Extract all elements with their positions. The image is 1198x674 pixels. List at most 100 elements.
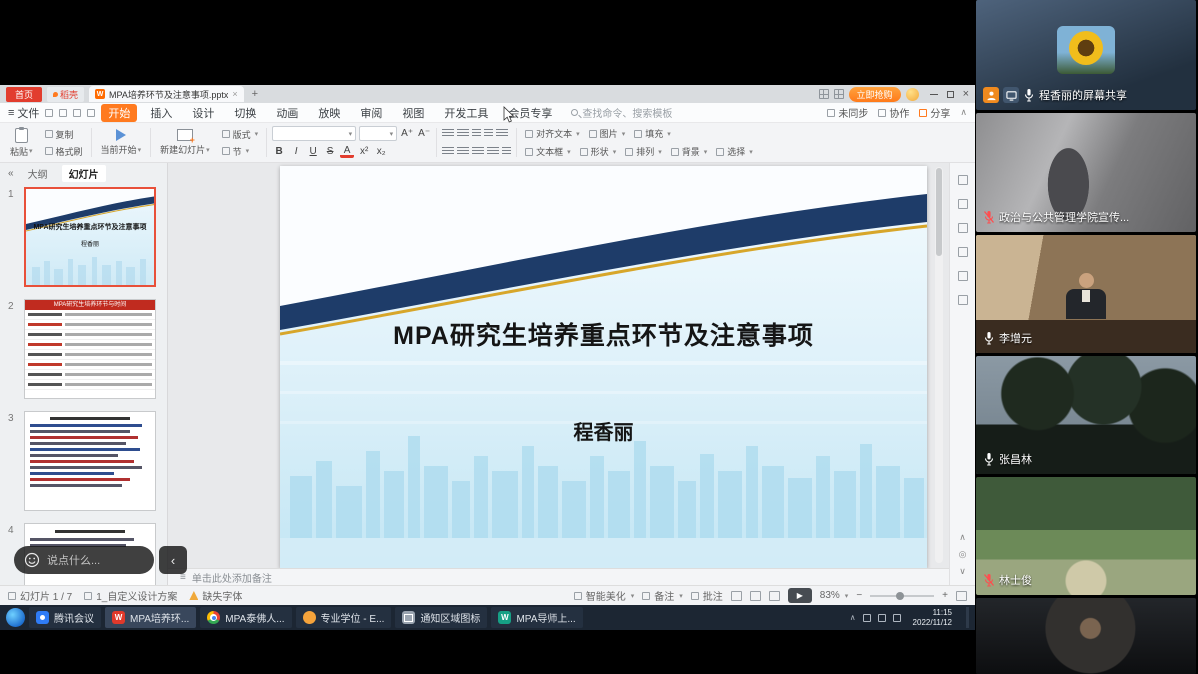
workspace-grid-icon[interactable] xyxy=(819,89,829,99)
font-family-select[interactable]: ▾ xyxy=(272,126,356,141)
section-button[interactable]: 节▾ xyxy=(219,144,262,159)
participant-tile-screenshare[interactable]: 程香丽的屏幕共享 xyxy=(976,0,1196,110)
start-button[interactable] xyxy=(6,608,25,627)
menu-insert[interactable]: 插入 xyxy=(143,104,179,122)
align-left-icon[interactable] xyxy=(442,147,454,156)
command-search-input[interactable]: 查找命令、搜索模板 xyxy=(571,105,672,120)
menu-view[interactable]: 视图 xyxy=(395,104,431,122)
columns-icon[interactable] xyxy=(502,147,511,156)
file-menu[interactable]: ≡文件 xyxy=(8,105,39,121)
new-tab-button[interactable]: + xyxy=(249,88,261,100)
increase-font-button[interactable]: A⁺ xyxy=(400,127,414,141)
collapse-ribbon-button[interactable]: ∧ xyxy=(960,107,967,118)
zoom-slider-knob[interactable] xyxy=(896,592,904,600)
decrease-font-button[interactable]: A⁻ xyxy=(417,127,431,141)
font-color-button[interactable]: A xyxy=(340,146,354,158)
vertical-scrollbar[interactable] xyxy=(935,167,943,563)
emoji-icon[interactable] xyxy=(24,552,40,568)
menu-devtools[interactable]: 开发工具 xyxy=(437,104,495,122)
undo-icon[interactable] xyxy=(73,109,81,117)
numbered-list-icon[interactable] xyxy=(457,129,469,138)
fill-button[interactable]: 填充▾ xyxy=(631,126,674,141)
taskbar-item-wps[interactable]: WMPA培养环... xyxy=(105,607,196,628)
bullet-list-icon[interactable] xyxy=(442,129,454,138)
slide-thumbnail-2[interactable]: MPA研究生培养环节与时间 xyxy=(24,299,156,399)
new-slide-button[interactable]: 新建幻灯片▾ xyxy=(156,125,214,160)
previous-slide-button[interactable]: ∧ xyxy=(959,532,966,543)
slideshow-play-button[interactable]: ▶ xyxy=(788,588,812,603)
layout-button[interactable]: 版式▾ xyxy=(219,127,262,142)
taskbar-item-meeting[interactable]: 腾讯会议 xyxy=(29,607,101,628)
background-button[interactable]: 背景▾ xyxy=(668,144,711,159)
network-icon[interactable] xyxy=(863,614,871,622)
italic-button[interactable]: I xyxy=(289,145,303,159)
minimize-icon[interactable] xyxy=(930,94,938,95)
notes-bar[interactable]: ≡ 单击此处添加备注 xyxy=(168,568,949,585)
superscript-button[interactable]: x² xyxy=(357,145,371,159)
bold-button[interactable]: B xyxy=(272,145,286,159)
taskbar-item-chrome[interactable]: MPA泰佛人... xyxy=(200,607,291,628)
normal-view-icon[interactable] xyxy=(731,591,742,601)
slide-nav-icon[interactable]: ◎ xyxy=(959,549,967,560)
participant-tile-active-speaker[interactable]: 李增元 xyxy=(976,235,1196,353)
favorites-icon[interactable] xyxy=(958,223,968,233)
align-center-icon[interactable] xyxy=(457,147,469,156)
redo-icon[interactable] xyxy=(87,109,95,117)
smart-beautify-button[interactable]: 智能美化▾ xyxy=(574,588,635,603)
save-icon[interactable] xyxy=(45,109,53,117)
play-from-current-button[interactable]: 当前开始▾ xyxy=(97,125,146,160)
align-right-icon[interactable] xyxy=(472,147,484,156)
menu-design[interactable]: 设计 xyxy=(185,104,221,122)
slide-title[interactable]: MPA研究生培养重点环节及注意事项 xyxy=(280,316,927,352)
properties-icon[interactable] xyxy=(958,271,968,281)
tab-docer[interactable]: 稻壳 xyxy=(47,87,84,102)
align-justify-icon[interactable] xyxy=(487,147,499,156)
close-tab-icon[interactable]: × xyxy=(232,89,237,99)
assistant-icon[interactable] xyxy=(958,295,968,305)
participant-tile[interactable]: 政治与公共管理学院宣传... xyxy=(976,113,1196,232)
participant-tile[interactable]: 张昌林 xyxy=(976,356,1196,474)
comment-icon[interactable] xyxy=(958,247,968,257)
fit-slide-icon[interactable] xyxy=(956,591,967,601)
menu-slideshow[interactable]: 放映 xyxy=(311,104,347,122)
restore-icon[interactable] xyxy=(947,91,954,98)
design-scheme[interactable]: 1_自定义设计方案 xyxy=(84,588,177,603)
align-text-button[interactable]: 对齐文本▾ xyxy=(522,126,583,141)
tray-expand-icon[interactable]: ∧ xyxy=(850,613,856,622)
textbox-button[interactable]: 文本框▾ xyxy=(522,144,574,159)
subscript-button[interactable]: x₂ xyxy=(374,145,388,159)
chat-input[interactable]: 说点什么... xyxy=(14,546,154,574)
taskbar-item-wps2[interactable]: WMPA导师上... xyxy=(491,607,582,628)
collab-button[interactable]: 协作 xyxy=(878,105,909,120)
comments-button[interactable]: 批注 xyxy=(691,588,723,603)
promo-button[interactable]: 立即抢购 xyxy=(849,87,901,102)
menu-home[interactable]: 开始 xyxy=(101,104,137,122)
format-painter-button[interactable]: 格式刷 xyxy=(42,144,86,159)
sync-status[interactable]: 未同步 xyxy=(827,105,868,120)
zoom-out-button[interactable]: − xyxy=(856,590,862,601)
picture-button[interactable]: 图片▾ xyxy=(586,126,629,141)
taskbar-item-degree[interactable]: 专业学位 - E... xyxy=(296,607,392,628)
font-size-select[interactable]: ▾ xyxy=(359,126,397,141)
zoom-level[interactable]: 83%▾ xyxy=(820,590,849,601)
show-desktop-button[interactable] xyxy=(966,607,969,628)
account-avatar[interactable] xyxy=(906,88,919,101)
collapse-panel-button[interactable]: « xyxy=(8,168,14,179)
shape-button[interactable]: 形状▾ xyxy=(577,144,620,159)
collapse-chat-button[interactable]: ‹ xyxy=(159,546,187,574)
volume-icon[interactable] xyxy=(878,614,886,622)
tab-slides[interactable]: 幻灯片 xyxy=(62,165,106,182)
notes-button[interactable]: 备注▾ xyxy=(642,588,683,603)
current-slide[interactable]: MPA研究生培养重点环节及注意事项 程香丽 xyxy=(280,166,927,568)
menu-review[interactable]: 审阅 xyxy=(353,104,389,122)
slide-presenter-name[interactable]: 程香丽 xyxy=(280,416,927,445)
ime-icon[interactable] xyxy=(893,614,901,622)
tab-home[interactable]: 首页 xyxy=(6,87,42,102)
share-button[interactable]: 分享 xyxy=(919,105,950,120)
participant-tile[interactable] xyxy=(976,598,1196,674)
taskbar-clock[interactable]: 11:15 2022/11/12 xyxy=(905,608,962,627)
paste-button[interactable]: 粘贴▾ xyxy=(6,125,37,160)
close-window-icon[interactable]: × xyxy=(963,89,969,100)
scrollbar-thumb[interactable] xyxy=(936,168,942,256)
select-button[interactable]: 选择▾ xyxy=(713,144,756,159)
